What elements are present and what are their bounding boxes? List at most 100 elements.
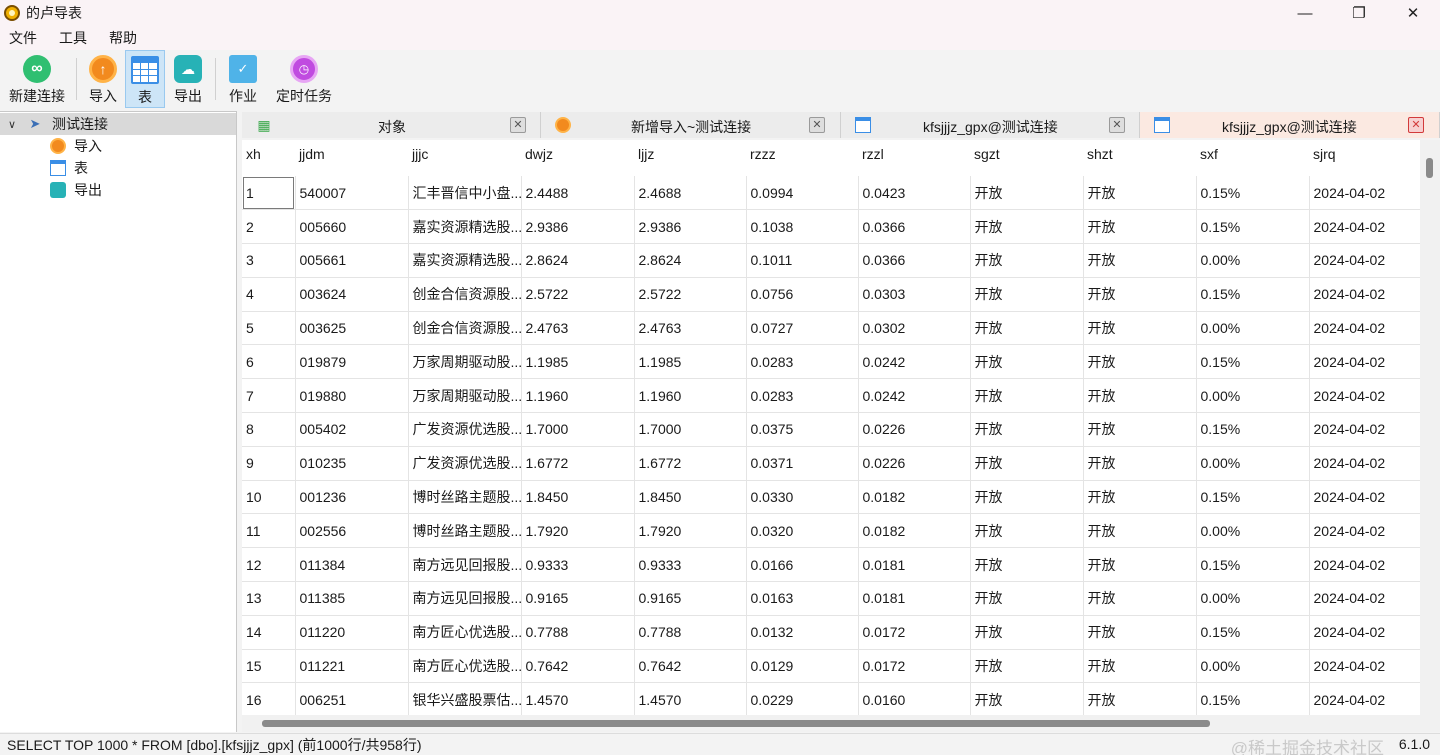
cell-rzzz[interactable]: 0.0283 [746, 378, 859, 414]
cell-dwjz[interactable]: 1.8450 [521, 480, 635, 515]
cell-rzzz[interactable]: 0.0375 [746, 412, 859, 447]
tree-node-import[interactable]: 导入 [0, 135, 236, 157]
cell-jjdm[interactable]: 011220 [295, 615, 409, 650]
cell-rzzl[interactable]: 0.0366 [858, 209, 971, 245]
cell-sgzt[interactable]: 开放 [970, 513, 1084, 549]
table-row[interactable]: 3 005661 嘉实资源精选股... 2.8624 2.8624 0.1011 0.036… [242, 243, 1420, 278]
cell-sjrq[interactable]: 2024-04-02 [1309, 311, 1420, 346]
cell-ljjz[interactable]: 1.4570 [634, 682, 747, 715]
column-header-jjdm[interactable]: jjdm [295, 140, 408, 176]
cell-sjrq[interactable]: 2024-04-02 [1309, 480, 1420, 515]
tree-node-connection[interactable]: ∨ ➤ 测试连接 [0, 113, 236, 135]
cell-sjrq[interactable]: 2024-04-02 [1309, 378, 1420, 414]
cell-jjdm[interactable]: 010235 [295, 446, 409, 481]
horizontal-scroll-thumb[interactable] [262, 720, 1210, 727]
cell-jjjc[interactable]: 南方远见回报股... [408, 581, 522, 616]
cell-sgzt[interactable]: 开放 [970, 649, 1084, 684]
cell-rzzz[interactable]: 0.0756 [746, 277, 859, 312]
vertical-scrollbar[interactable] [1420, 140, 1440, 715]
cell-xh[interactable]: 4 [242, 277, 296, 312]
table-row[interactable]: 11 002556 博时丝路主题股... 1.7920 1.7920 0.0320 0.01… [242, 513, 1420, 549]
cell-ljjz[interactable]: 1.6772 [634, 446, 747, 481]
cell-rzzl[interactable]: 0.0172 [858, 615, 971, 650]
cell-rzzl[interactable]: 0.0423 [858, 176, 971, 211]
cell-sxf[interactable]: 0.00% [1196, 513, 1310, 549]
cell-jjdm[interactable]: 540007 [295, 176, 409, 211]
cell-sxf[interactable]: 0.00% [1196, 649, 1310, 684]
cell-dwjz[interactable]: 0.9333 [521, 547, 635, 583]
column-header-sgzt[interactable]: sgzt [970, 140, 1083, 176]
cell-rzzl[interactable]: 0.0182 [858, 480, 971, 515]
column-header-sjrq[interactable]: sjrq [1309, 140, 1420, 176]
table-button[interactable]: 表 [125, 50, 165, 108]
cell-shzt[interactable]: 开放 [1083, 446, 1197, 481]
cell-rzzl[interactable]: 0.0226 [858, 412, 971, 447]
vertical-scroll-thumb[interactable] [1426, 158, 1433, 178]
table-row[interactable]: 5 003625 创金合信资源股... 2.4763 2.4763 0.0727 0.030… [242, 311, 1420, 346]
cell-jjdm[interactable]: 011384 [295, 547, 409, 583]
cell-jjjc[interactable]: 嘉实资源精选股... [408, 243, 522, 278]
cell-rzzl[interactable]: 0.0242 [858, 378, 971, 414]
maximize-button[interactable]: ❐ [1332, 0, 1386, 26]
cell-sjrq[interactable]: 2024-04-02 [1309, 615, 1420, 650]
cell-rzzz[interactable]: 0.0129 [746, 649, 859, 684]
cell-rzzl[interactable]: 0.0303 [858, 277, 971, 312]
cell-xh[interactable]: 7 [242, 378, 296, 414]
cell-rzzz[interactable]: 0.0994 [746, 176, 859, 211]
cell-rzzl[interactable]: 0.0172 [858, 649, 971, 684]
cell-sxf[interactable]: 0.00% [1196, 243, 1310, 278]
cell-rzzz[interactable]: 0.1038 [746, 209, 859, 245]
table-row[interactable]: 1 540007 汇丰晋信中小盘... 2.4488 2.4688 0.0994 0.042… [242, 176, 1420, 211]
cell-dwjz[interactable]: 2.9386 [521, 209, 635, 245]
cell-jjjc[interactable]: 银华兴盛股票估... [408, 682, 522, 715]
tab-table-1[interactable]: kfsjjjz_gpx@测试连接 ✕ [841, 112, 1140, 138]
cell-jjdm[interactable]: 019879 [295, 344, 409, 380]
tab-objects[interactable]: ▦ 对象 ✕ [242, 112, 541, 138]
cell-sgzt[interactable]: 开放 [970, 581, 1084, 616]
cell-xh[interactable]: 9 [242, 446, 296, 481]
menu-help[interactable]: 帮助 [103, 28, 143, 48]
cell-ljjz[interactable]: 1.8450 [634, 480, 747, 515]
cell-sxf[interactable]: 0.15% [1196, 682, 1310, 715]
horizontal-scrollbar[interactable] [242, 715, 1440, 732]
cell-sjrq[interactable]: 2024-04-02 [1309, 344, 1420, 380]
cell-ljjz[interactable]: 0.9165 [634, 581, 747, 616]
table-row[interactable]: 15 011221 南方匠心优选股... 0.7642 0.7642 0.0129 0.01… [242, 649, 1420, 684]
menu-file[interactable]: 文件 [3, 28, 43, 48]
cell-rzzz[interactable]: 0.0132 [746, 615, 859, 650]
table-row[interactable]: 14 011220 南方匠心优选股... 0.7788 0.7788 0.0132 0.01… [242, 615, 1420, 650]
scheduled-task-button[interactable]: ◷ 定时任务 [274, 50, 334, 108]
column-header-sxf[interactable]: sxf [1196, 140, 1309, 176]
cell-sgzt[interactable]: 开放 [970, 446, 1084, 481]
cell-jjdm[interactable]: 019880 [295, 378, 409, 414]
cell-rzzl[interactable]: 0.0181 [858, 581, 971, 616]
cell-dwjz[interactable]: 0.9165 [521, 581, 635, 616]
cell-sxf[interactable]: 0.15% [1196, 547, 1310, 583]
cell-xh[interactable]: 14 [242, 615, 296, 650]
cell-shzt[interactable]: 开放 [1083, 682, 1197, 715]
cell-jjjc[interactable]: 南方远见回报股... [408, 547, 522, 583]
new-connection-button[interactable]: ∞ 新建连接 [6, 50, 68, 108]
export-button[interactable]: ☁ 导出 [169, 50, 207, 108]
cell-rzzl[interactable]: 0.0366 [858, 243, 971, 278]
cell-sgzt[interactable]: 开放 [970, 547, 1084, 583]
cell-ljjz[interactable]: 0.7642 [634, 649, 747, 684]
cell-jjdm[interactable]: 006251 [295, 682, 409, 715]
cell-shzt[interactable]: 开放 [1083, 277, 1197, 312]
cell-rzzz[interactable]: 0.0371 [746, 446, 859, 481]
cell-rzzl[interactable]: 0.0160 [858, 682, 971, 715]
cell-dwjz[interactable]: 1.6772 [521, 446, 635, 481]
cell-shzt[interactable]: 开放 [1083, 480, 1197, 515]
table-row[interactable]: 8 005402 广发资源优选股... 1.7000 1.7000 0.0375 0.022… [242, 412, 1420, 447]
cell-ljjz[interactable]: 0.9333 [634, 547, 747, 583]
cell-shzt[interactable]: 开放 [1083, 513, 1197, 549]
column-header-ljjz[interactable]: ljjz [634, 140, 746, 176]
cell-jjjc[interactable]: 博时丝路主题股... [408, 480, 522, 515]
cell-sxf[interactable]: 0.15% [1196, 344, 1310, 380]
cell-xh[interactable]: 10 [242, 480, 296, 515]
cell-jjjc[interactable]: 广发资源优选股... [408, 446, 522, 481]
cell-ljjz[interactable]: 2.4688 [634, 176, 747, 211]
cell-sjrq[interactable]: 2024-04-02 [1309, 682, 1420, 715]
cell-ljjz[interactable]: 1.1985 [634, 344, 747, 380]
cell-shzt[interactable]: 开放 [1083, 378, 1197, 414]
